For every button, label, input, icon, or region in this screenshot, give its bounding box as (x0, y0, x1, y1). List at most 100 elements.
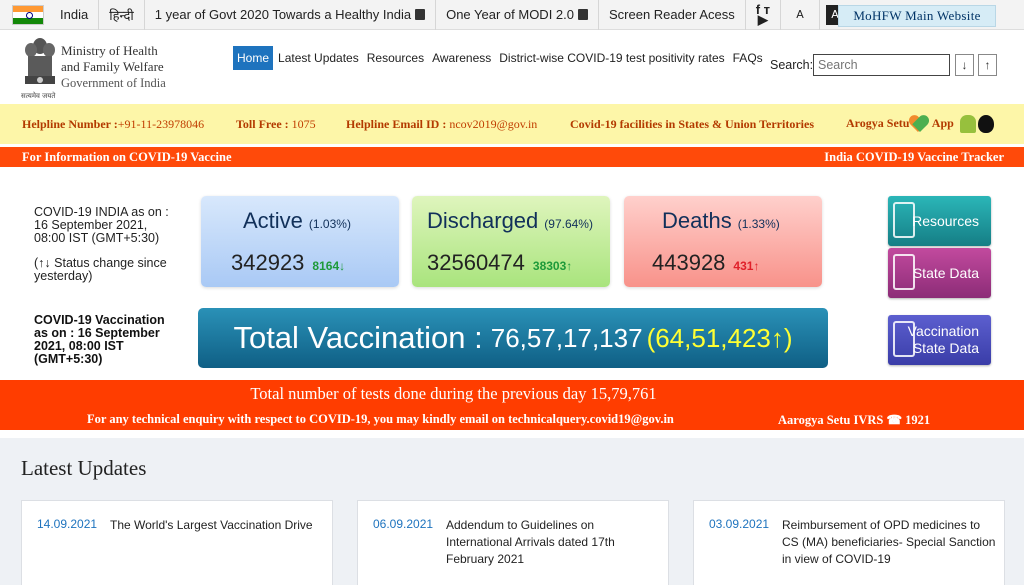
govt-2020-link[interactable]: 1 year of Govt 2020 Towards a Healthy In… (145, 0, 437, 30)
toll-free-value: 1075 (291, 117, 316, 131)
helpline-number[interactable]: Helpline Number :+91-11-23978046 (22, 117, 204, 132)
down-arrow-button[interactable]: ↓ (955, 54, 974, 76)
ministry-line2: and Family Welfare (61, 59, 164, 74)
search-label: Search: (770, 58, 814, 72)
update-title[interactable]: Addendum to Guidelines on International … (446, 517, 661, 568)
syringe-icon (893, 321, 915, 357)
active-change: 8164↓ (312, 259, 346, 273)
modi-2-link[interactable]: One Year of MODI 2.0 (436, 0, 599, 30)
discharged-label: Discharged (427, 208, 539, 233)
toll-free[interactable]: Toll Free : 1075 (236, 117, 316, 132)
nav-home[interactable]: Home (233, 46, 274, 70)
update-title[interactable]: Reimbursement of OPD medicines to CS (MA… (782, 517, 997, 568)
discharged-pct: (97.64%) (544, 217, 593, 231)
hindi-language-link[interactable]: हिन्दी (99, 0, 145, 30)
update-title[interactable]: The World's Largest Vaccination Drive (110, 517, 325, 534)
tests-done-text: Total number of tests done during the pr… (250, 384, 657, 403)
resources-button-label: Resources (912, 212, 979, 229)
vaccination-state-data-button[interactable]: Vaccination State Data (888, 315, 991, 365)
deaths-value: 443928 (652, 250, 726, 275)
nav-resources[interactable]: Resources (364, 46, 427, 70)
state-data-button[interactable]: State Data (888, 248, 991, 298)
motto-text: सत्यमेव जयते (21, 92, 56, 100)
search-input[interactable] (813, 54, 950, 76)
android-icon[interactable] (959, 115, 976, 133)
deaths-card: Deaths (1.33%) 443928 431↑ (624, 196, 822, 287)
total-vaccination-banner: Total Vaccination : 76,57,17,137 (64,51,… (198, 308, 828, 368)
helpline-email[interactable]: Helpline Email ID : ncov2019@gov.in (346, 117, 537, 132)
update-date: 06.09.2021 (373, 517, 434, 531)
active-numbers: 342923 8164↓ (231, 250, 345, 276)
country-label: India (50, 0, 100, 30)
site-header: सत्यमेव जयते Ministry of Health and Fami… (0, 30, 1024, 104)
deaths-label: Deaths (662, 208, 732, 233)
notice-band: Total number of tests done during the pr… (0, 380, 1024, 430)
stats-as-of: COVID-19 INDIA as on : 16 September 2021… (34, 206, 174, 283)
vaccine-info-strip: For Information on COVID-19 Vaccine Indi… (0, 147, 1024, 167)
nav-awareness[interactable]: Awareness (429, 46, 494, 70)
active-value: 342923 (231, 250, 305, 275)
technical-enquiry-text[interactable]: For any technical enquiry with respect t… (87, 412, 674, 427)
screen-reader-link[interactable]: Screen Reader Acess (599, 0, 746, 30)
update-date: 03.09.2021 (709, 517, 770, 531)
social-icons[interactable]: f ᴛ ▶ (746, 0, 782, 30)
modi-2-link-label: One Year of MODI 2.0 (446, 7, 574, 22)
state-data-icon (893, 254, 915, 290)
apple-icon[interactable] (977, 115, 994, 133)
deaths-numbers: 443928 431↑ (652, 250, 759, 276)
main-website-button[interactable]: MoHFW Main Website (838, 5, 996, 27)
discharged-numbers: 32560474 38303↑ (427, 250, 572, 276)
update-card[interactable]: 03.09.2021 Reimbursement of OPD medicine… (693, 500, 1005, 585)
helpline-email-label: Helpline Email ID : (346, 117, 447, 131)
facilities-link[interactable]: Covid-19 facilities in States & Union Te… (570, 117, 814, 132)
india-flag-icon (12, 4, 44, 25)
nav-faqs[interactable]: FAQs (730, 46, 766, 70)
up-arrow-button[interactable]: ↑ (978, 54, 997, 76)
ministry-line1: Ministry of Health (61, 43, 158, 58)
deaths-change: 431↑ (733, 259, 760, 273)
total-vaccination-value: 76,57,17,137 (490, 322, 643, 353)
stats-as-of-text: COVID-19 INDIA as on : 16 September 2021… (34, 205, 169, 245)
helpline-bar: Helpline Number :+91-11-23978046 Toll Fr… (0, 104, 1024, 144)
vaccination-button-line1: Vaccination (907, 323, 979, 339)
nav-district-positivity[interactable]: District-wise COVID-19 test positivity r… (496, 46, 727, 70)
vaccine-tracker-link[interactable]: India COVID-19 Vaccine Tracker (824, 150, 1004, 165)
discharged-change: 38303↑ (532, 259, 573, 273)
arogya-setu-app-link[interactable]: Arogya Setu App (846, 115, 994, 133)
book-icon (577, 9, 588, 20)
total-vaccination-change: (64,51,423↑) (646, 322, 793, 353)
government-line: Government of India (61, 76, 166, 90)
resources-button[interactable]: Resources (888, 196, 991, 246)
national-emblem-icon[interactable] (22, 36, 58, 92)
toll-free-label: Toll Free : (236, 117, 289, 131)
active-pct: (1.03%) (308, 217, 351, 231)
resources-icon (893, 202, 915, 238)
aarogya-ivrs-text: Aarogya Setu IVRS ☎ 1921 (778, 413, 931, 427)
update-date: 14.09.2021 (37, 517, 98, 531)
nav-latest-updates[interactable]: Latest Updates (275, 46, 362, 70)
active-cases-card: Active (1.03%) 342923 8164↓ (201, 196, 399, 287)
helpline-number-label: Helpline Number : (22, 117, 118, 131)
main-nav: Home Latest Updates Resources Awareness … (233, 46, 768, 70)
font-size-control[interactable]: A (781, 0, 821, 30)
update-card[interactable]: 06.09.2021 Addendum to Guidelines on Int… (357, 500, 669, 585)
discharged-value: 32560474 (427, 250, 525, 275)
font-size-button[interactable]: A (791, 5, 809, 25)
active-title: Active (1.03%) (243, 208, 351, 234)
helpline-email-value: ncov2019@gov.in (449, 117, 538, 131)
vaccine-info-link[interactable]: For Information on COVID-19 Vaccine (22, 150, 232, 165)
discharged-card: Discharged (97.64%) 32560474 38303↑ (412, 196, 610, 287)
arogya-setu-label: Arogya Setu (846, 115, 910, 130)
latest-updates-heading: Latest Updates (21, 456, 147, 480)
deaths-title: Deaths (1.33%) (662, 208, 780, 234)
vaccination-button-line2: State Data (912, 340, 979, 356)
youtube-icon[interactable]: ▶ (758, 13, 768, 26)
ministry-title[interactable]: Ministry of Health and Family Welfare Go… (61, 43, 166, 91)
total-vaccination-label: Total Vaccination : (233, 320, 483, 355)
deaths-pct: (1.33%) (737, 217, 780, 231)
update-card[interactable]: 14.09.2021 The World's Largest Vaccinati… (21, 500, 333, 585)
vaccination-as-of: COVID-19 Vaccination as on : 16 Septembe… (34, 313, 165, 366)
state-data-button-label: State Data (912, 264, 979, 281)
app-label: App (931, 115, 954, 130)
discharged-title: Discharged (97.64%) (427, 208, 593, 234)
